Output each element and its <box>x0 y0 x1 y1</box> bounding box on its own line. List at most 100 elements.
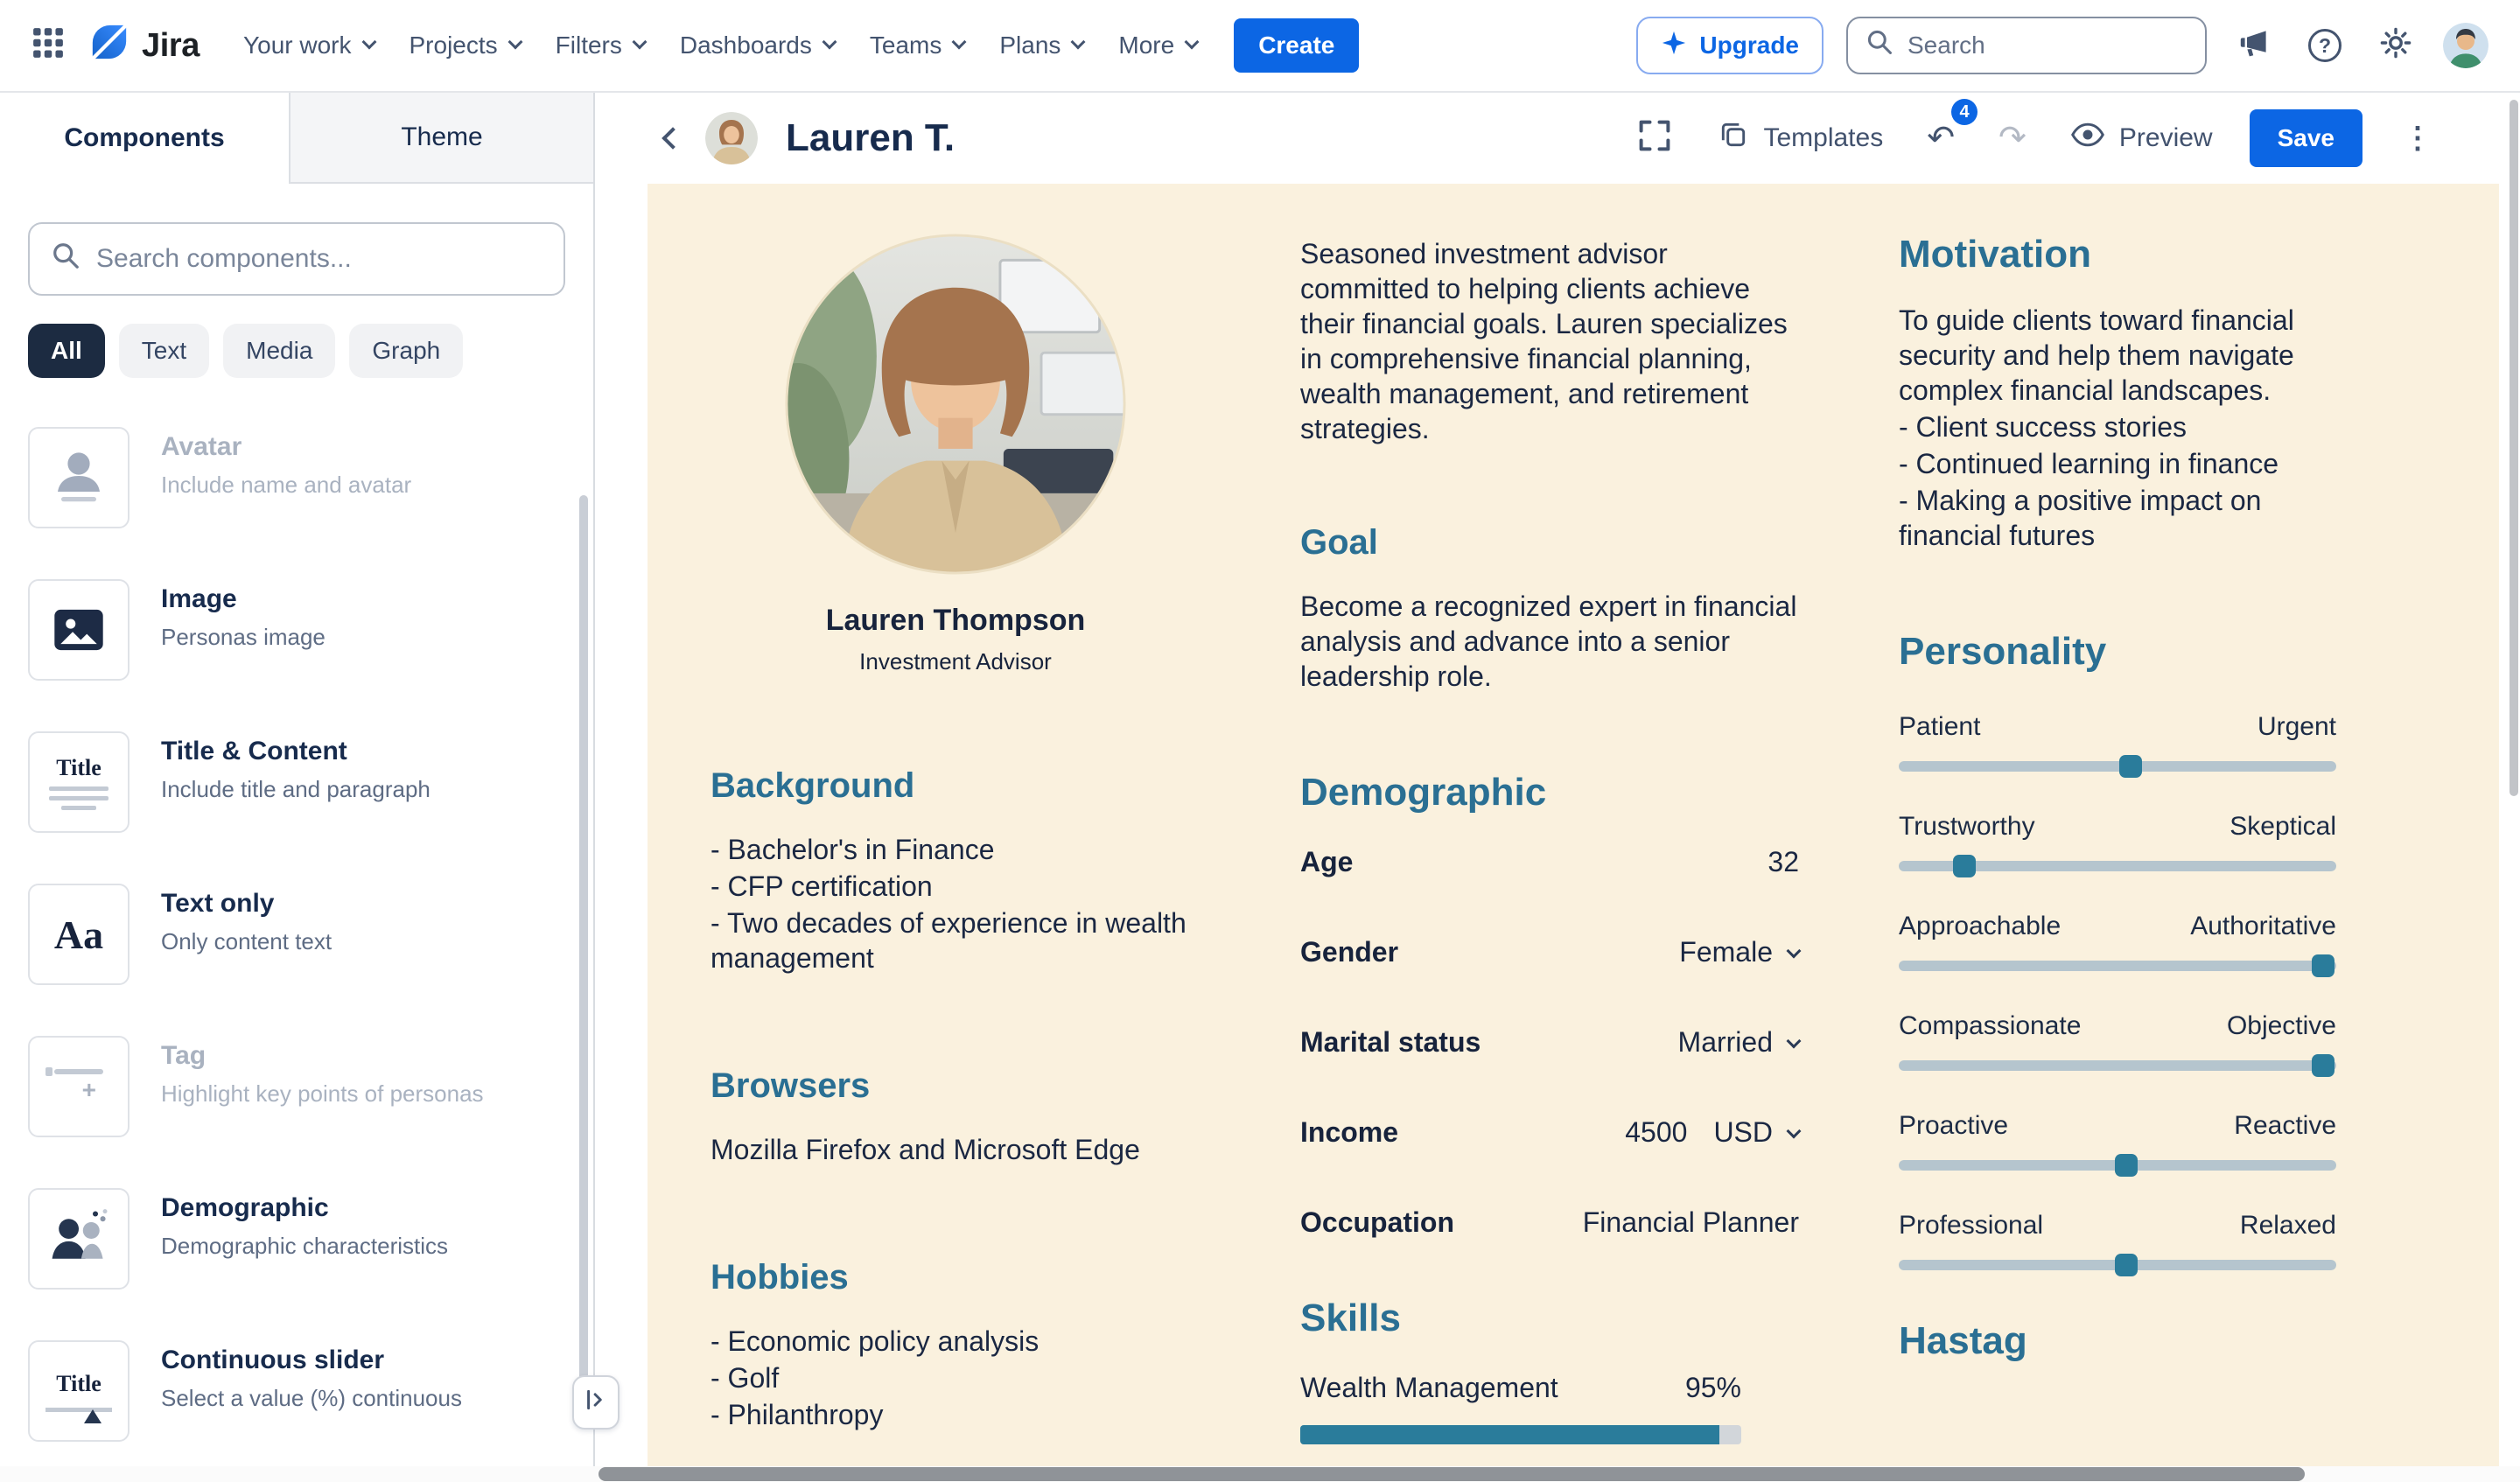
top-navigation-bar: Jira Your work Projects Filters Dashboar… <box>0 0 2520 93</box>
slider-handle[interactable] <box>2115 1154 2138 1177</box>
filter-pill-all[interactable]: All <box>28 324 105 378</box>
preview-button[interactable]: Preview <box>2063 111 2220 165</box>
section-title: Hastag <box>1899 1319 2336 1363</box>
skill-percent: 95% <box>1685 1372 1741 1404</box>
section-background[interactable]: Background - Bachelor's in Finance - CFP… <box>710 766 1200 975</box>
horizontal-scrollbar-thumb[interactable] <box>598 1467 2305 1481</box>
chevron-down-icon <box>822 35 836 50</box>
nav-more[interactable]: More <box>1102 17 1213 73</box>
persona-role[interactable]: Investment Advisor <box>710 648 1200 675</box>
global-search-input[interactable] <box>1908 31 2188 59</box>
skill-item: Wealth Management 95% <box>1300 1372 1741 1444</box>
persona-editor: Lauren T. Templates ↶ <box>595 93 2520 1482</box>
component-card-avatar[interactable]: Avatar Include name and avatar <box>28 427 565 528</box>
sidebar-scrollbar[interactable] <box>579 495 588 1402</box>
component-title: Avatar <box>161 432 508 462</box>
component-card-text-only[interactable]: Aa Text only Only content text <box>28 884 565 985</box>
component-card-demographic[interactable]: Demographic Demographic characteristics <box>28 1188 565 1290</box>
personality-slider[interactable] <box>1899 861 2336 871</box>
persona-canvas[interactable]: Lauren Thompson Investment Advisor Backg… <box>648 184 2499 1482</box>
upgrade-button[interactable]: Upgrade <box>1636 17 1824 74</box>
filter-pill-graph[interactable]: Graph <box>349 324 463 378</box>
personality-row: Approachable Authoritative <box>1899 912 2336 971</box>
title-content-icon: Title <box>28 731 130 833</box>
app-switcher-button[interactable] <box>24 19 72 73</box>
component-card-continuous-slider[interactable]: Title Continuous slider Select a value (… <box>28 1340 565 1442</box>
filter-pill-media[interactable]: Media <box>223 324 335 378</box>
nav-dashboards[interactable]: Dashboards <box>664 17 850 73</box>
slider-handle[interactable] <box>2312 954 2334 977</box>
nav-filters[interactable]: Filters <box>540 17 661 73</box>
income-currency-select[interactable]: USD <box>1713 1116 1799 1149</box>
undo-button[interactable]: ↶ 4 <box>1920 115 1962 162</box>
announcements-button[interactable] <box>2230 18 2278 73</box>
section-motivation[interactable]: Motivation To guide clients toward finan… <box>1899 233 2336 553</box>
more-options-button[interactable]: ⋮ <box>2392 117 2443 159</box>
section-title: Demographic <box>1300 771 1799 814</box>
components-search-input[interactable] <box>96 244 542 274</box>
fullscreen-button[interactable] <box>1628 109 1681 168</box>
text-only-icon: Aa <box>28 884 130 985</box>
tab-components[interactable]: Components <box>0 93 289 184</box>
filter-pill-text[interactable]: Text <box>119 324 209 378</box>
slider-handle[interactable] <box>2115 1254 2138 1276</box>
section-browsers[interactable]: Browsers Mozilla Firefox and Microsoft E… <box>710 1066 1200 1167</box>
save-button[interactable]: Save <box>2250 109 2362 167</box>
skill-progress-bar[interactable] <box>1300 1425 1741 1444</box>
settings-button[interactable] <box>2371 18 2420 73</box>
slider-handle[interactable] <box>1953 855 1976 877</box>
nav-projects[interactable]: Projects <box>394 17 536 73</box>
personality-slider[interactable] <box>1899 1260 2336 1270</box>
slider-handle[interactable] <box>2119 755 2142 778</box>
create-button[interactable]: Create <box>1234 18 1359 73</box>
back-button[interactable] <box>658 123 688 153</box>
personality-row: Patient Urgent <box>1899 712 2336 772</box>
user-avatar[interactable] <box>2443 23 2488 68</box>
section-demographic[interactable]: Demographic Age 32 Gender Female <box>1300 771 1799 1239</box>
personality-slider[interactable] <box>1899 961 2336 971</box>
persona-name[interactable]: Lauren Thompson <box>710 604 1200 638</box>
redo-button[interactable]: ↷ <box>1992 115 2034 162</box>
help-button[interactable]: ? <box>2301 22 2348 69</box>
jira-logo[interactable]: Jira <box>89 22 200 69</box>
age-value[interactable]: 32 <box>1768 846 1799 878</box>
section-personality[interactable]: Personality Patient Urgent <box>1899 630 2336 1270</box>
section-goal[interactable]: Goal Become a recognized expert in finan… <box>1300 523 1799 694</box>
collapse-panel-button[interactable] <box>572 1375 620 1430</box>
tag-component-icon: + <box>28 1036 130 1137</box>
income-value[interactable]: 4500 <box>1625 1116 1687 1149</box>
component-card-tag[interactable]: + Tag Highlight key points of personas <box>28 1036 565 1137</box>
component-desc: Include title and paragraph <box>161 775 508 805</box>
nav-plans[interactable]: Plans <box>984 17 1099 73</box>
personality-slider[interactable] <box>1899 761 2336 772</box>
undo-icon: ↶ <box>1927 122 1955 155</box>
component-list: Avatar Include name and avatar Image Per… <box>0 378 593 1442</box>
section-hastag[interactable]: Hastag <box>1899 1319 2336 1363</box>
horizontal-scrollbar[interactable] <box>0 1466 2520 1482</box>
gender-select[interactable]: Female <box>1679 936 1799 968</box>
component-card-image[interactable]: Image Personas image <box>28 579 565 681</box>
chevron-down-icon <box>1185 35 1200 50</box>
components-search <box>28 222 565 296</box>
marital-status-select[interactable]: Married <box>1678 1026 1799 1059</box>
section-skills[interactable]: Skills Wealth Management 95% <box>1300 1297 1799 1444</box>
chevron-down-icon <box>1787 1033 1802 1048</box>
templates-button[interactable]: Templates <box>1711 108 1890 168</box>
personality-slider[interactable] <box>1899 1060 2336 1071</box>
vertical-scrollbar-thumb[interactable] <box>2510 100 2518 796</box>
slider-handle[interactable] <box>2312 1054 2334 1077</box>
global-search <box>1846 17 2207 74</box>
persona-summary[interactable]: Seasoned investment advisor committed to… <box>1300 233 1799 446</box>
component-card-title-content[interactable]: Title Title & Content Include title and … <box>28 731 565 833</box>
nav-your-work[interactable]: Your work <box>228 17 389 73</box>
undo-count-badge: 4 <box>1951 99 1978 125</box>
personality-slider[interactable] <box>1899 1160 2336 1171</box>
nav-teams[interactable]: Teams <box>854 17 980 73</box>
tab-theme[interactable]: Theme <box>289 93 593 184</box>
app-grid-icon <box>32 26 65 66</box>
canvas-column-3: Motivation To guide clients toward finan… <box>1899 233 2336 1444</box>
persona-photo[interactable] <box>784 233 1127 576</box>
vertical-scrollbar[interactable] <box>2508 96 2518 1465</box>
section-hobbies[interactable]: Hobbies - Economic policy analysis - Gol… <box>710 1258 1200 1432</box>
occupation-value[interactable]: Financial Planner <box>1583 1206 1799 1239</box>
